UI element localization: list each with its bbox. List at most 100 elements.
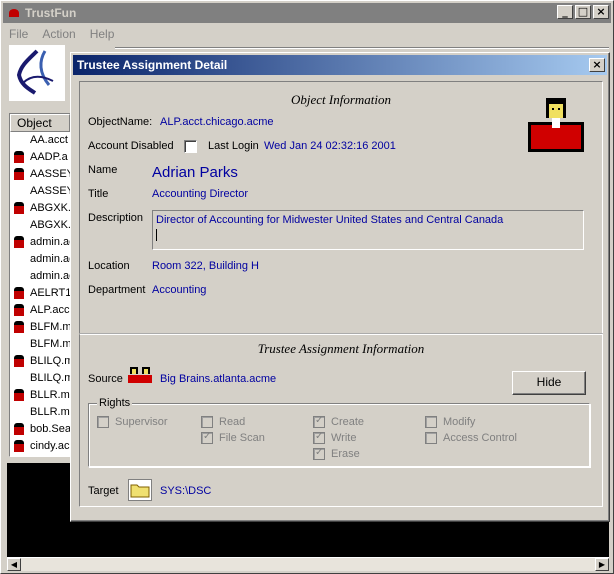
list-item[interactable]: ABGXK.	[10, 217, 70, 234]
right-create[interactable]: Create	[313, 415, 364, 428]
account-disabled-checkbox[interactable]	[184, 140, 197, 153]
rights-label: Rights	[97, 397, 133, 409]
list-item[interactable]: AELRT1	[10, 285, 70, 302]
right-read[interactable]: Read	[201, 416, 245, 428]
menu-file[interactable]: File	[9, 27, 28, 41]
text-caret	[156, 229, 157, 241]
menu-help[interactable]: Help	[90, 27, 115, 41]
list-item[interactable]: bob.Sea	[10, 421, 70, 438]
minimize-button[interactable]: _	[557, 5, 573, 19]
access-control-checkbox[interactable]	[425, 432, 437, 444]
object-list[interactable]: Object AA.acct AADP.a AASSEY AASSEY ABGXK. AB…	[9, 113, 71, 457]
list-item[interactable]: BLFM.m	[10, 336, 70, 353]
maximize-button[interactable]: □	[575, 5, 591, 19]
name-value: Adrian Parks	[152, 164, 238, 181]
main-titlebar[interactable]: TrustFun _ □ ×	[3, 3, 611, 23]
last-login-value: Wed Jan 24 02:32:16 2001	[264, 140, 396, 152]
user-icon	[12, 287, 26, 301]
object-icon	[12, 372, 26, 386]
access-control-label: Access Control	[443, 432, 517, 444]
file-scan-checkbox[interactable]	[201, 431, 213, 444]
user-icon	[12, 389, 26, 403]
hide-button[interactable]: Hide	[512, 371, 586, 395]
modify-checkbox[interactable]	[425, 416, 437, 428]
right-supervisor[interactable]: Supervisor	[97, 416, 168, 428]
list-item-label: BLILQ.m	[30, 355, 71, 367]
object-icon	[12, 338, 26, 352]
title-value: Accounting Director	[152, 188, 248, 200]
account-disabled-label: Account Disabled	[88, 140, 174, 152]
list-item-label: ALP.acc	[30, 304, 70, 316]
right-write[interactable]: Write	[313, 431, 357, 444]
list-item[interactable]: admin.ac	[10, 251, 70, 268]
list-item-label: BLLR.m	[30, 389, 70, 401]
object-icon	[12, 253, 26, 267]
list-item-label: BLFM.m	[30, 321, 71, 333]
read-checkbox[interactable]	[201, 416, 213, 428]
object-column-header[interactable]: Object	[10, 114, 70, 132]
department-label: Department	[88, 284, 146, 296]
scroll-left-icon[interactable]: ◀	[7, 558, 21, 571]
file-scan-label: File Scan	[219, 432, 265, 444]
trustee-assignment-dialog: Trustee Assignment Detail × Object Infor…	[70, 52, 610, 522]
object-name-value: ALP.acct.chicago.acme	[160, 116, 274, 128]
list-item[interactable]: BLILQ.m	[10, 370, 70, 387]
list-item[interactable]: BLLR.m	[10, 404, 70, 421]
close-button[interactable]: ×	[593, 5, 609, 19]
horizontal-scrollbar[interactable]: ◀ ▶	[7, 557, 609, 571]
list-item-label: bob.Sea	[30, 423, 71, 435]
create-checkbox[interactable]	[313, 415, 325, 428]
list-item-label: AA.acct	[30, 134, 68, 146]
list-item[interactable]: AASSEY	[10, 166, 70, 183]
user-icon	[12, 151, 26, 165]
list-item[interactable]: AA.acct	[10, 132, 70, 149]
list-item-label: BLILQ.m	[30, 372, 71, 384]
list-item-label: AELRT1	[30, 287, 71, 299]
app-title: TrustFun	[25, 6, 77, 20]
dialog-close-button[interactable]: ×	[589, 58, 605, 72]
location-value: Room 322, Building H	[152, 260, 260, 272]
scroll-right-icon[interactable]: ▶	[595, 558, 609, 571]
description-field[interactable]: Director of Accounting for Midwester Uni…	[152, 210, 584, 250]
object-icon	[12, 406, 26, 420]
list-item[interactable]: cindy.ac	[10, 438, 70, 455]
list-item[interactable]: admin.ac	[10, 268, 70, 285]
target-value: SYS:\DSC	[160, 485, 212, 497]
list-item-label: admin.ac	[30, 253, 71, 265]
right-file-scan[interactable]: File Scan	[201, 431, 265, 444]
list-item[interactable]: AADP.a	[10, 149, 70, 166]
write-label: Write	[331, 432, 357, 444]
list-item[interactable]: BLFM.m	[10, 319, 70, 336]
user-icon	[12, 202, 26, 216]
list-item[interactable]: ALP.acc	[10, 302, 70, 319]
folder-icon	[128, 479, 152, 501]
list-item[interactable]: BLLR.m	[10, 387, 70, 404]
list-item-label: AADP.a	[30, 151, 68, 163]
list-item[interactable]: BLILQ.m	[10, 353, 70, 370]
write-checkbox[interactable]	[313, 431, 325, 444]
trustee-info-heading: Trustee Assignment Information	[257, 341, 425, 356]
list-item[interactable]: admin.ac	[10, 234, 70, 251]
right-erase[interactable]: Erase	[313, 447, 360, 460]
source-label: Source	[88, 373, 123, 385]
dialog-titlebar[interactable]: Trustee Assignment Detail ×	[73, 55, 607, 75]
menu-action[interactable]: Action	[42, 27, 75, 41]
supervisor-label: Supervisor	[115, 416, 168, 428]
list-item-label: ABGXK.	[30, 202, 71, 214]
list-item-label: BLFM.m	[30, 338, 71, 350]
user-icon	[12, 355, 26, 369]
list-item[interactable]: ABGXK.	[10, 200, 70, 217]
group-icon	[128, 367, 152, 383]
list-item-label: admin.ac	[30, 236, 71, 248]
right-access-control[interactable]: Access Control	[425, 432, 517, 444]
erase-checkbox[interactable]	[313, 447, 325, 460]
right-modify[interactable]: Modify	[425, 416, 475, 428]
list-item-label: ABGXK.	[30, 219, 71, 231]
name-label: Name	[88, 164, 118, 176]
object-info-heading: Object Information	[290, 92, 391, 107]
object-icon	[12, 270, 26, 284]
list-item[interactable]: AASSEY	[10, 183, 70, 200]
supervisor-checkbox[interactable]	[97, 416, 109, 428]
last-login-label: Last Login	[208, 140, 259, 152]
dialog-title: Trustee Assignment Detail	[77, 58, 228, 72]
